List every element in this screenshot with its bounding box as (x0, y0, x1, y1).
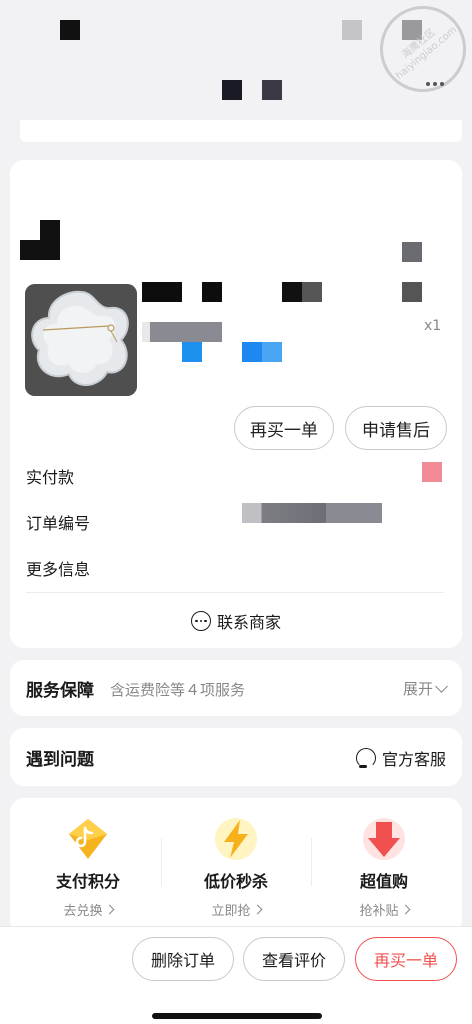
problem-row: 遇到问题 官方客服 (10, 728, 462, 786)
promo-action[interactable]: 去兑换 (63, 900, 114, 919)
promo-action-label: 去兑换 (63, 904, 103, 919)
chevron-down-icon (435, 679, 448, 693)
order-number-label: 订单编号 (26, 514, 91, 533)
rebuy-button[interactable]: 再买一单 (355, 937, 457, 981)
chat-bubble-icon (190, 611, 211, 631)
promo-label: 低价秒杀 (203, 872, 268, 891)
expand-label: 展开 (402, 680, 433, 698)
divider (26, 592, 444, 593)
down-arrow-icon (361, 816, 407, 862)
redacted-price (402, 282, 422, 302)
service-guarantee-row[interactable]: 服务保障 含运费险等４项服务 展开 (10, 660, 462, 716)
redacted-status (402, 242, 422, 262)
customer-service-label: 官方客服 (381, 750, 446, 769)
delete-order-button[interactable]: 删除订单 (132, 937, 234, 981)
redacted-block (60, 20, 80, 40)
promo-action-label: 抢补贴 (359, 904, 399, 919)
paid-amount-label: 实付款 (26, 468, 75, 487)
redacted-shop-logo (20, 220, 60, 260)
promo-action-label: 立即抢 (211, 904, 251, 919)
customer-service-button[interactable]: 官方客服 (355, 746, 446, 770)
watermark-logo: 海鹰社区 haiyingiao.com (362, 0, 472, 110)
redacted-product-title (202, 282, 222, 302)
promo-value-buy[interactable]: 超值购 抢补贴 (309, 816, 459, 926)
home-indicator[interactable] (152, 1013, 322, 1019)
quantity-label: x1 (424, 318, 442, 334)
redacted-block (342, 20, 362, 40)
service-subtitle: 含运费险等４项服务 (110, 681, 246, 699)
contact-seller-label: 联系商家 (216, 613, 281, 632)
redacted-product-title (142, 282, 182, 302)
expand-button[interactable]: 展开 (402, 678, 448, 699)
promo-card: 支付积分 去兑换 低价秒杀 立即抢 超值购 抢补贴 (10, 798, 462, 934)
redacted-order-number[interactable] (242, 503, 382, 523)
view-review-button[interactable]: 查看评价 (243, 937, 345, 981)
problem-title: 遇到问题 (26, 750, 94, 770)
points-diamond-icon (65, 816, 111, 862)
order-card: x1 再买一单 申请售后 实付款 订单编号 更多信息 联系商家 (10, 160, 462, 648)
redacted-title-block (262, 80, 282, 100)
lightning-icon (213, 816, 259, 862)
promo-label: 超值购 (359, 872, 408, 891)
headset-icon (355, 748, 376, 768)
promo-flash-sale[interactable]: 低价秒杀 立即抢 (161, 816, 311, 926)
redacted-spec (142, 322, 222, 342)
more-options-icon[interactable] (426, 80, 446, 88)
redacted-tag (182, 342, 202, 362)
redacted-tag (242, 342, 282, 362)
promo-label: 支付积分 (55, 872, 120, 891)
redacted-product-title (282, 282, 322, 302)
chevron-right-icon (104, 904, 114, 915)
buy-again-button[interactable]: 再买一单 (234, 406, 334, 450)
chevron-right-icon (252, 904, 262, 915)
promo-action[interactable]: 立即抢 (211, 900, 262, 919)
contact-seller-button[interactable]: 联系商家 (10, 606, 462, 636)
status-strip (20, 120, 462, 142)
product-photo (25, 284, 137, 396)
redacted-title-block (222, 80, 242, 100)
promo-points[interactable]: 支付积分 去兑换 (13, 816, 163, 926)
chevron-right-icon (400, 904, 410, 915)
service-title: 服务保障 (26, 681, 94, 701)
product-image[interactable] (25, 284, 137, 396)
more-info-label[interactable]: 更多信息 (26, 556, 90, 580)
promo-action[interactable]: 抢补贴 (359, 900, 410, 919)
after-sale-button[interactable]: 申请售后 (345, 406, 447, 450)
bottom-action-bar: 删除订单 查看评价 再买一单 (0, 926, 472, 1024)
top-area: 海鹰社区 haiyingiao.com (0, 0, 472, 120)
redacted-paid-amount (422, 462, 442, 482)
